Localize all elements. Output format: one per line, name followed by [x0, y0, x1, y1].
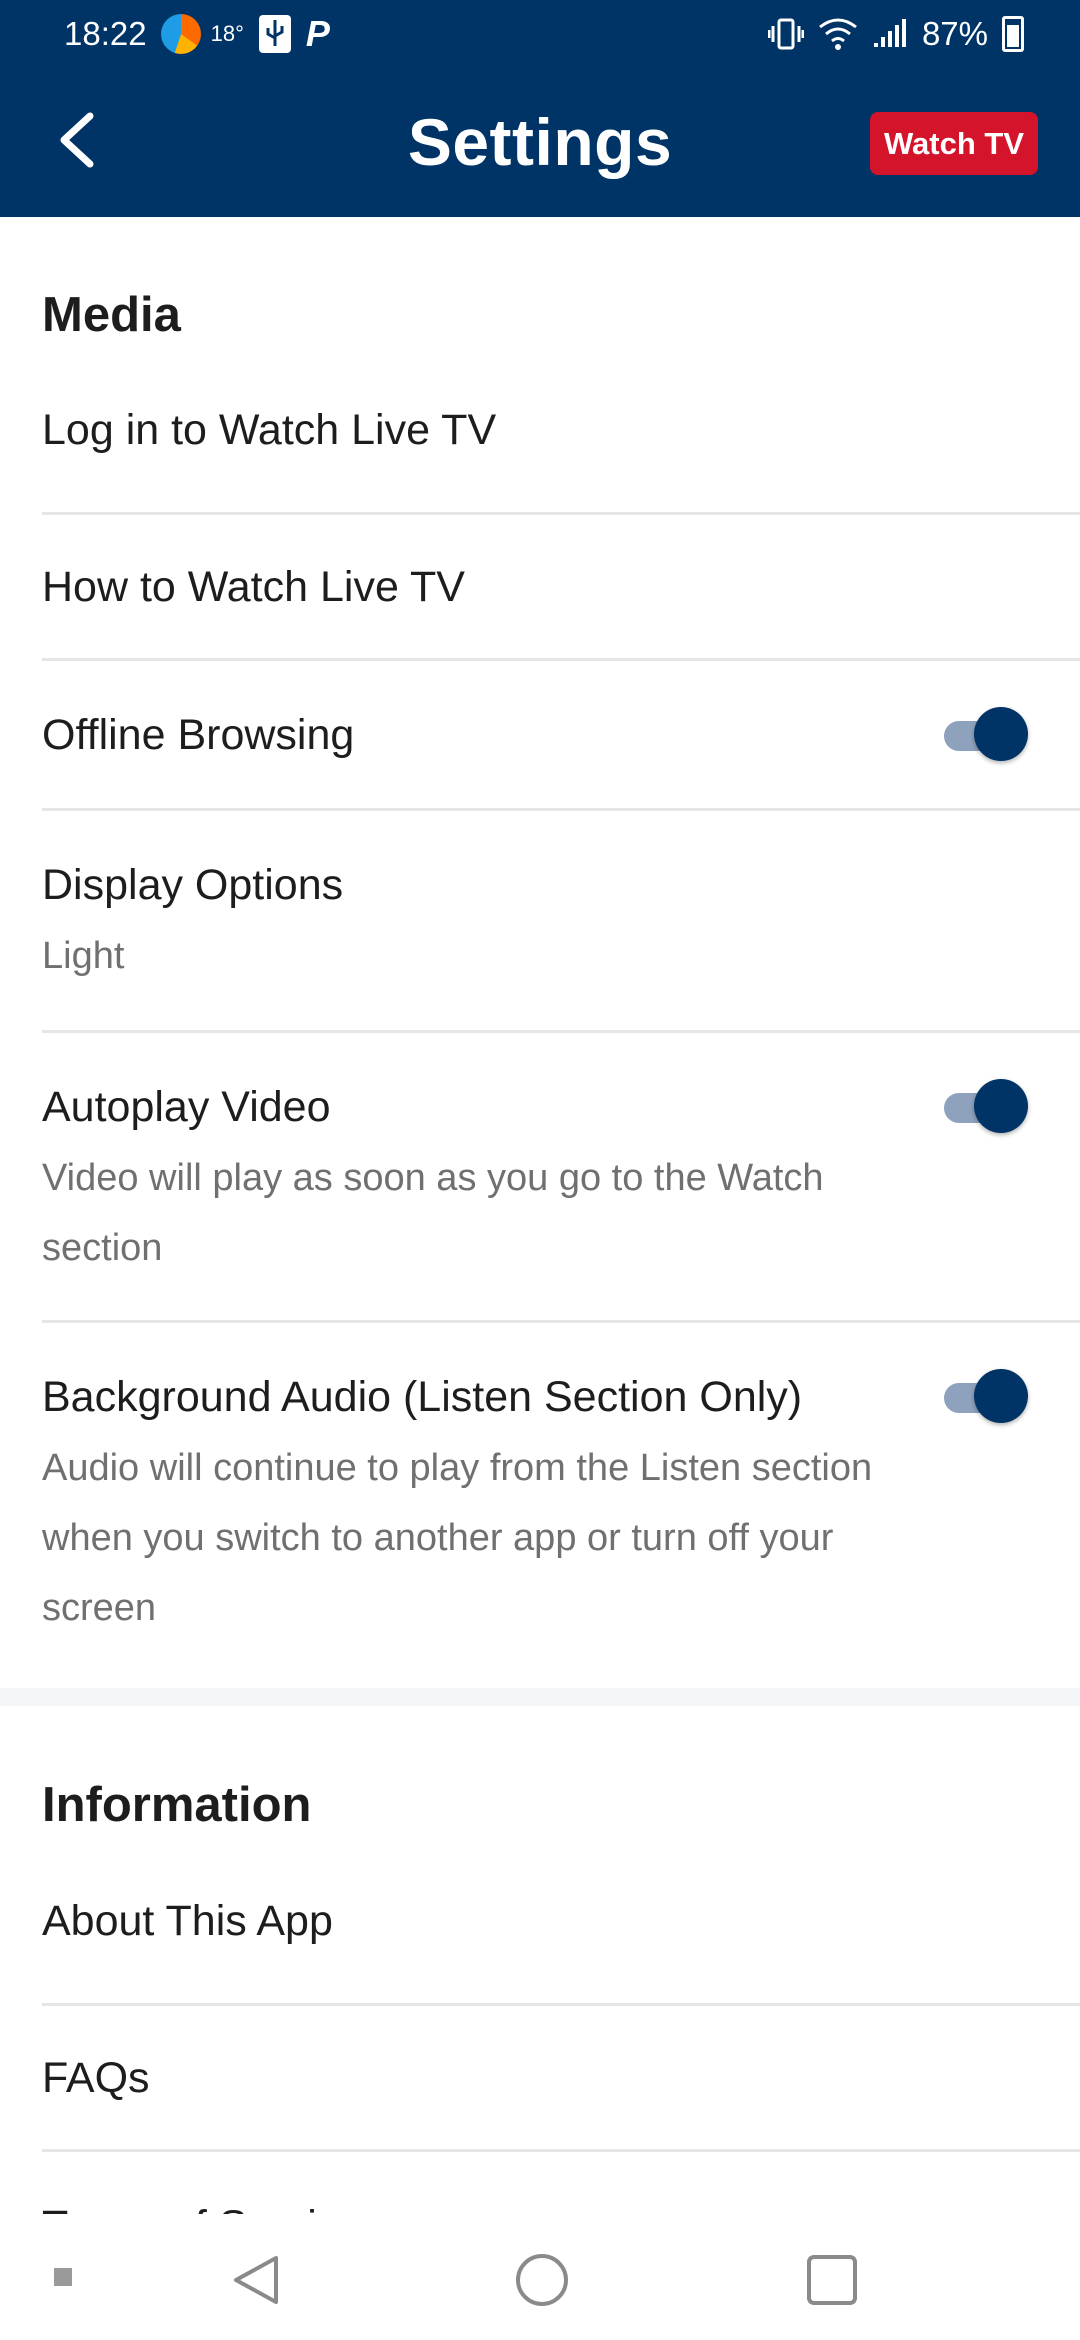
toggle-thumb — [974, 1079, 1028, 1133]
row-background-audio[interactable]: Background Audio (Listen Section Only) A… — [42, 1323, 1080, 1688]
status-left: 18:22 18° P — [64, 13, 330, 55]
row-description: Audio will continue to play from the Lis… — [42, 1447, 873, 1629]
toggle-thumb — [974, 707, 1028, 761]
row-about-app[interactable]: About This App — [42, 1853, 1080, 2006]
row-label: Autoplay Video — [42, 1083, 331, 1131]
recents-square-icon[interactable] — [804, 2252, 860, 2308]
row-description: Video will play as soon as you go to the… — [42, 1157, 824, 1269]
usb-icon — [258, 14, 292, 54]
p-icon: P — [305, 13, 330, 54]
row-label: Display Options — [42, 861, 344, 909]
display-options-value: Light — [42, 935, 125, 977]
watch-tv-button[interactable]: Watch TV — [870, 112, 1038, 175]
battery-icon — [1002, 16, 1024, 52]
system-nav-bar — [0, 2214, 1080, 2340]
toggle-thumb — [974, 1369, 1028, 1423]
row-label: How to Watch Live TV — [42, 563, 465, 611]
status-temperature: 18° — [210, 21, 244, 46]
row-autoplay-video[interactable]: Autoplay Video Video will play as soon a… — [42, 1033, 1080, 1323]
vibrate-icon — [767, 16, 804, 52]
row-label: Offline Browsing — [42, 711, 355, 759]
signal-icon — [872, 17, 908, 51]
section-heading-information: Information — [42, 1778, 312, 1832]
square-dot-icon — [52, 2266, 74, 2288]
row-label: FAQs — [42, 2054, 150, 2102]
background-audio-toggle[interactable] — [944, 1369, 1028, 1425]
row-log-in-live-tv[interactable]: Log in to Watch Live TV — [42, 362, 1080, 515]
row-offline-browsing[interactable]: Offline Browsing — [42, 661, 1080, 811]
offline-browsing-toggle[interactable] — [944, 707, 1028, 763]
row-faqs[interactable]: FAQs — [42, 2006, 1080, 2152]
row-how-to-watch[interactable]: How to Watch Live TV — [42, 515, 1080, 661]
back-triangle-icon[interactable] — [228, 2252, 284, 2308]
status-bar: 18:22 18° P 87% — [0, 0, 1080, 68]
row-label: About This App — [42, 1897, 333, 1945]
row-display-options[interactable]: Display Options Light — [42, 811, 1080, 1033]
status-time: 18:22 — [64, 15, 147, 52]
section-heading-media: Media — [42, 288, 181, 342]
app-bar: Settings Watch TV — [0, 68, 1080, 217]
row-label: Background Audio (Listen Section Only) — [42, 1373, 803, 1421]
battery-percent: 87% — [921, 15, 988, 52]
row-label: Log in to Watch Live TV — [42, 406, 497, 454]
wifi-icon — [818, 17, 858, 51]
autoplay-video-toggle[interactable] — [944, 1079, 1028, 1135]
home-circle-icon[interactable] — [514, 2252, 570, 2308]
section-divider — [0, 1688, 1080, 1706]
status-right: 87% — [767, 15, 1024, 53]
weather-icon — [160, 14, 201, 54]
